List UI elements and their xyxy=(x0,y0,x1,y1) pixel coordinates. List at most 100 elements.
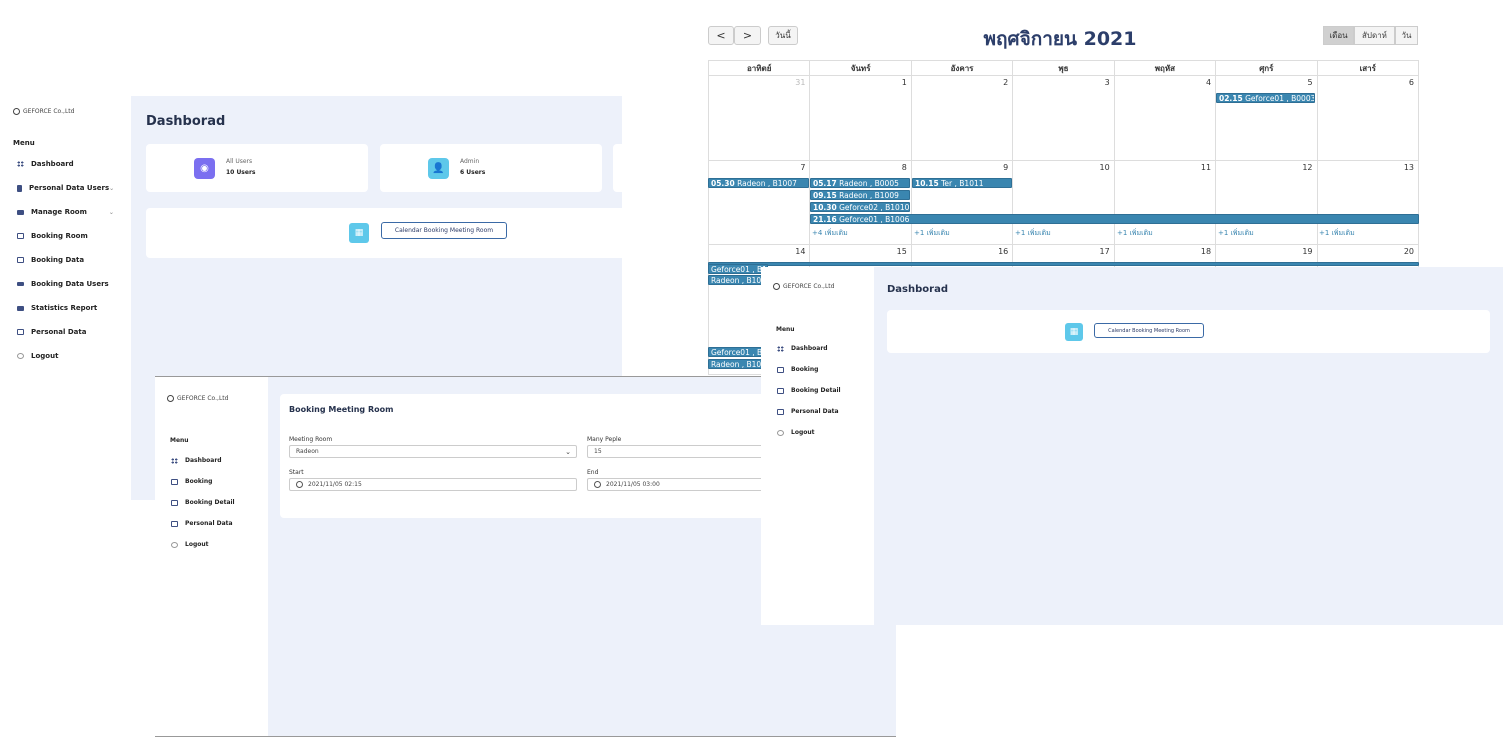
grid-icon xyxy=(777,345,784,352)
calendar-event[interactable]: 10.30 Geforce02 , B1010 xyxy=(810,202,910,212)
sidebar-item-personal-data[interactable]: Personal Data xyxy=(17,328,86,336)
calendar-event[interactable]: 10.15 Ter , B1011 xyxy=(912,178,1012,188)
stat-label: All Users xyxy=(226,158,253,165)
sidebar-item-personal-data-users[interactable]: Personal Data Users ⌄ xyxy=(17,184,114,192)
more-events-link[interactable]: +1 เพิ่มเติม xyxy=(1117,228,1153,239)
view-week-button[interactable]: สัปดาห์ xyxy=(1354,26,1395,45)
calendar-event[interactable]: 02.15 Geforce01 , B0003 xyxy=(1216,93,1315,103)
calendar-event[interactable]: Radeon , B100 xyxy=(708,359,764,369)
company-logo: GEFORCE Co.,Ltd xyxy=(773,283,834,290)
more-events-link[interactable]: +4 เพิ่มเติม xyxy=(812,228,848,239)
event-text: Radeon , B1009 xyxy=(839,191,899,200)
logo-text: GEFORCE Co.,Ltd xyxy=(177,395,229,402)
page-title: Booking Meeting Room xyxy=(289,405,394,414)
day-cell[interactable]: 1 xyxy=(809,75,912,161)
sidebar-item-booking-data-users[interactable]: Booking Data Users xyxy=(17,280,109,288)
sidebar-item-booking[interactable]: Booking xyxy=(171,478,212,485)
logo-icon xyxy=(167,395,174,402)
day-number: 19 xyxy=(1302,247,1313,256)
stat-card-partial xyxy=(613,144,622,192)
eye-icon: ◉ xyxy=(194,158,215,179)
document-icon xyxy=(17,184,22,192)
sidebar-item-label: Booking Data xyxy=(31,256,85,264)
grid-icon xyxy=(17,161,24,167)
sidebar-item-label: Booking Data Users xyxy=(31,280,109,288)
event-time: 05.30 xyxy=(711,179,735,188)
sidebar-item-booking[interactable]: Booking xyxy=(777,366,818,373)
sidebar-item-logout[interactable]: Logout xyxy=(777,429,815,436)
calendar-event-multiday[interactable]: 21.16 Geforce01 , B1006 xyxy=(810,214,1419,224)
event-text: Radeon , B100 xyxy=(711,360,764,369)
event-text: Ter , B1011 xyxy=(941,179,984,188)
logo-text: GEFORCE Co.,Ltd xyxy=(23,108,75,115)
report-icon xyxy=(17,305,24,311)
meeting-room-select[interactable]: Radeon ⌄ xyxy=(289,445,577,458)
weekday-header: ศุกร์ xyxy=(1215,60,1318,76)
sidebar-item-label: Booking xyxy=(185,478,213,485)
day-cell[interactable]: 5 xyxy=(1215,75,1318,161)
power-icon xyxy=(17,353,24,359)
event-text: Geforce01 , B xyxy=(711,348,763,357)
meeting-room-value: Radeon xyxy=(296,448,319,455)
day-cell[interactable]: 31 xyxy=(707,75,811,161)
start-datetime-input[interactable]: 2021/11/05 02:15 xyxy=(289,478,577,491)
sidebar-item-personal-data[interactable]: Personal Data xyxy=(777,408,839,415)
calendar-event[interactable]: Geforce01 , B1006 xyxy=(708,264,768,274)
event-time: 05.17 xyxy=(813,179,837,188)
sidebar-item-label: Logout xyxy=(185,541,209,548)
prev-month-button[interactable]: < xyxy=(708,26,734,45)
sidebar-item-statistics-report[interactable]: Statistics Report xyxy=(17,304,97,312)
card-icon xyxy=(17,257,24,263)
sidebar-item-booking-detail[interactable]: Booking Detail xyxy=(777,387,841,394)
event-time: 10.30 xyxy=(813,203,837,212)
more-events-link[interactable]: +1 เพิ่มเติม xyxy=(1319,228,1355,239)
sidebar-item-booking-detail[interactable]: Booking Detail xyxy=(171,499,235,506)
card-icon xyxy=(171,499,178,506)
stat-label: Admin xyxy=(460,158,480,165)
day-cell[interactable]: 7 xyxy=(707,160,811,245)
card-icon xyxy=(777,387,784,394)
sidebar-item-label: Booking Detail xyxy=(791,387,841,394)
sidebar-item-logout[interactable]: Logout xyxy=(17,352,58,360)
calendar-card: ▦ Calendar Booking Meeting Room xyxy=(887,310,1490,353)
sidebar-item-logout[interactable]: Logout xyxy=(171,541,209,548)
next-month-button[interactable]: > xyxy=(734,26,761,45)
calendar-event[interactable]: 05.17 Radeon , B0005 xyxy=(810,178,910,188)
view-month-button[interactable]: เดือน xyxy=(1323,26,1354,45)
event-time: 10.15 xyxy=(915,179,939,188)
monitor-icon xyxy=(17,233,24,239)
calendar-booking-button[interactable]: Calendar Booking Meeting Room xyxy=(381,222,507,239)
calendar-booking-button[interactable]: Calendar Booking Meeting Room xyxy=(1094,323,1204,338)
start-label: Start xyxy=(289,469,304,476)
sidebar-item-personal-data[interactable]: Personal Data xyxy=(171,520,233,527)
weekday-header: อังคาร xyxy=(910,60,1014,76)
event-text: Radeon , B100 xyxy=(711,276,766,285)
logo-icon xyxy=(773,283,780,290)
day-cell[interactable]: 4 xyxy=(1113,75,1217,161)
day-cell[interactable]: 2 xyxy=(910,75,1014,161)
id-icon xyxy=(171,520,178,527)
today-button[interactable]: วันนี้ xyxy=(768,26,798,45)
chevron-down-icon: ⌄ xyxy=(108,208,114,216)
more-events-link[interactable]: +1 เพิ่มเติม xyxy=(914,228,950,239)
day-cell[interactable]: 6 xyxy=(1316,75,1420,161)
day-cell[interactable]: 3 xyxy=(1012,75,1115,161)
menu-heading: Menu xyxy=(776,326,795,333)
chevron-down-icon: ⌄ xyxy=(109,184,115,192)
sidebar-item-label: Booking xyxy=(791,366,819,373)
calendar-event[interactable]: 05.30 Radeon , B1007 xyxy=(708,178,809,188)
more-events-link[interactable]: +1 เพิ่มเติม xyxy=(1218,228,1254,239)
sidebar-item-dashboard[interactable]: Dashboard xyxy=(17,160,74,168)
more-events-link[interactable]: +1 เพิ่มเติม xyxy=(1015,228,1051,239)
sidebar-item-booking-data[interactable]: Booking Data xyxy=(17,256,84,264)
calendar-event[interactable]: 09.15 Radeon , B1009 xyxy=(810,190,910,200)
logo-text: GEFORCE Co.,Ltd xyxy=(783,283,835,290)
view-day-button[interactable]: วัน xyxy=(1395,26,1418,45)
calendar-event[interactable]: Radeon , B100 xyxy=(708,275,768,285)
sidebar-item-booking-room[interactable]: Booking Room xyxy=(17,232,88,240)
calendar-event[interactable]: Geforce01 , B xyxy=(708,347,764,357)
calendar-event-multiday[interactable] xyxy=(708,262,1419,266)
sidebar-item-dashboard[interactable]: Dashboard xyxy=(777,345,828,352)
sidebar-item-manage-room[interactable]: Manage Room ⌄ xyxy=(17,208,114,216)
sidebar-item-dashboard[interactable]: Dashboard xyxy=(171,457,222,464)
